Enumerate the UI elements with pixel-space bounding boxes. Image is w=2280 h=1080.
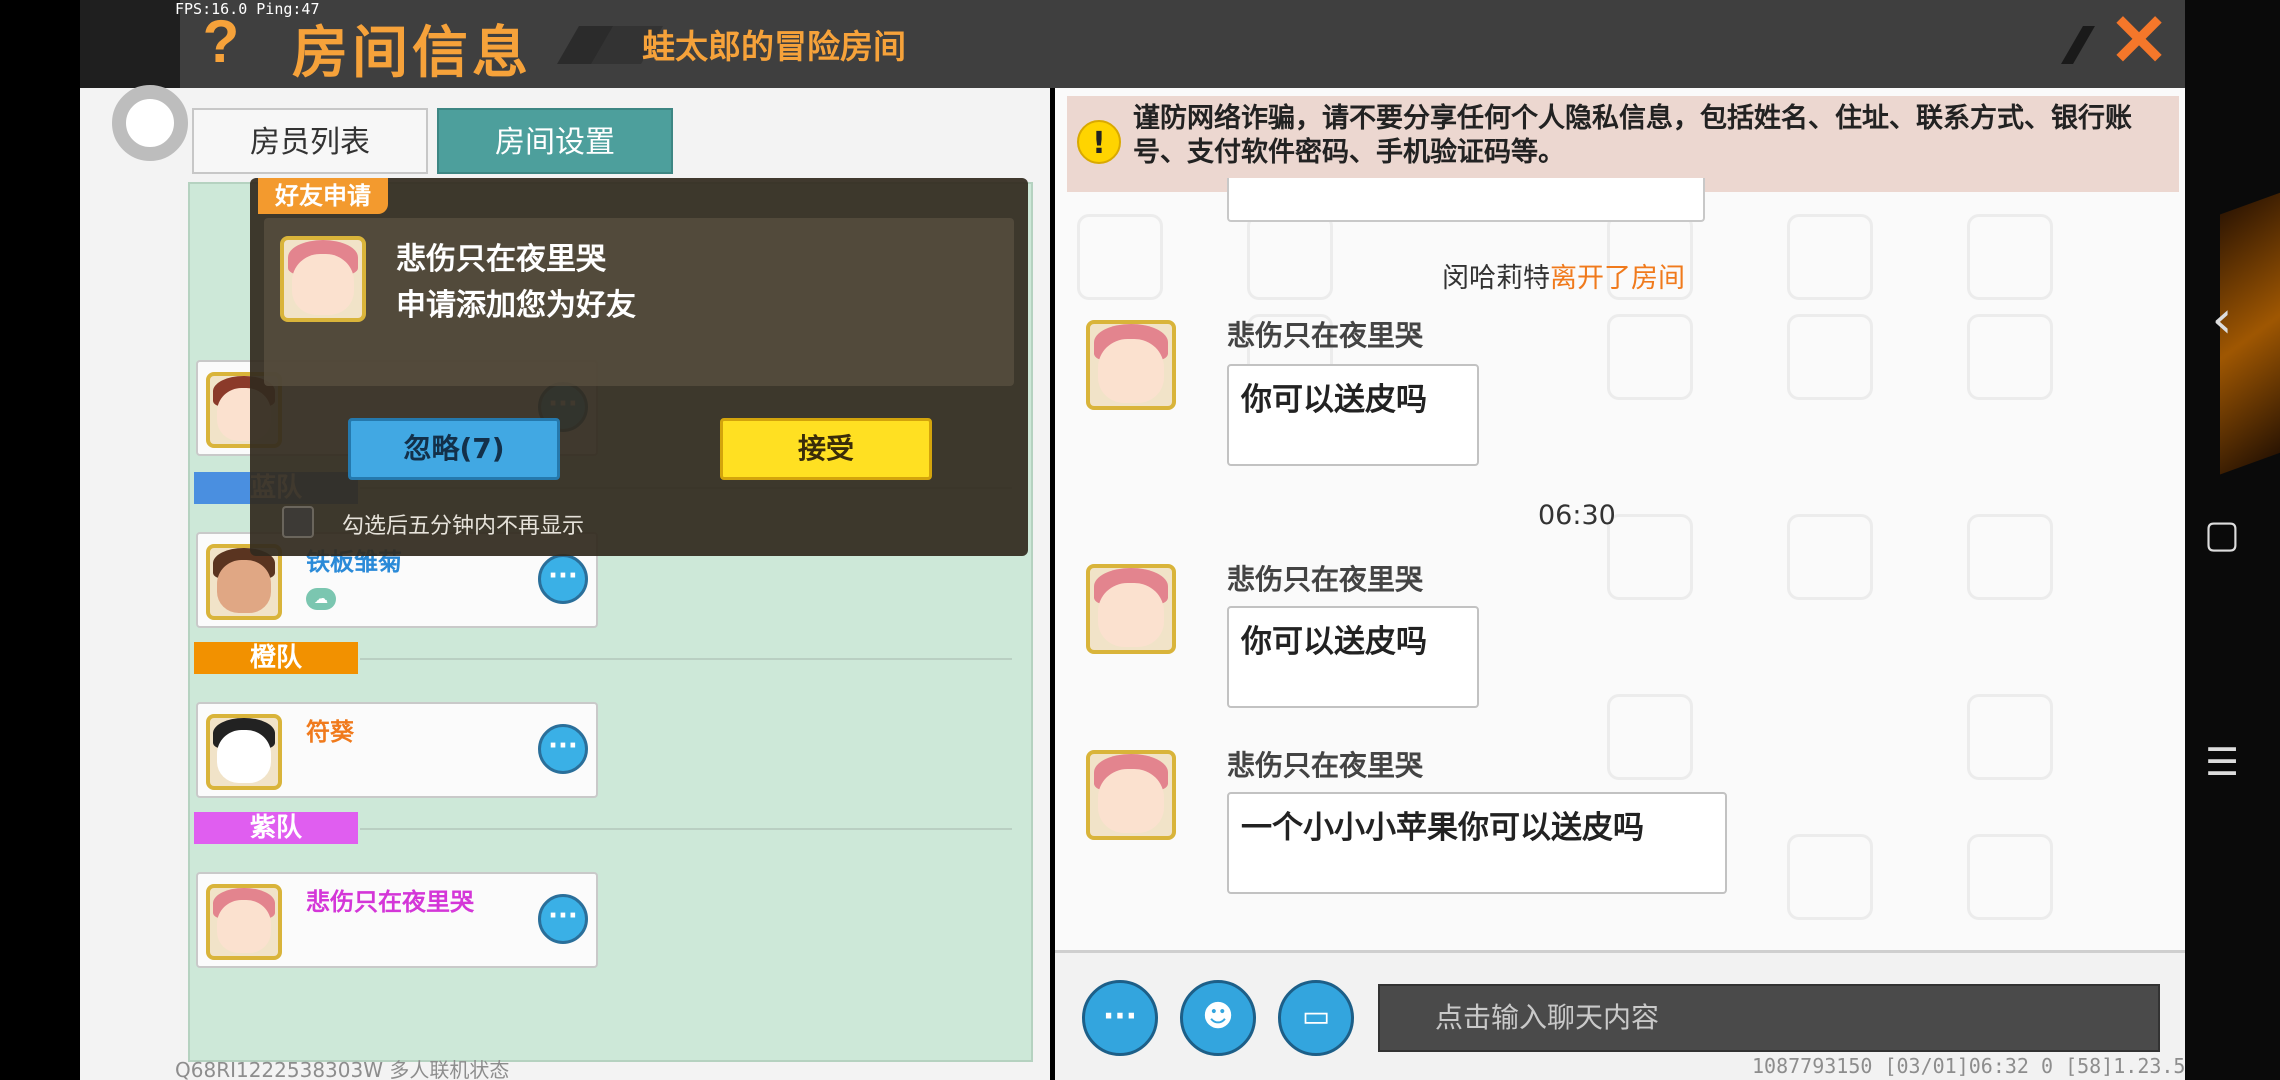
- avatar: [206, 714, 282, 790]
- chat-timestamp: 06:30: [1538, 500, 1616, 531]
- team-divider: [360, 828, 1012, 830]
- system-message: 闵哈莉特离开了房间: [1442, 256, 1685, 295]
- requester-avatar: [280, 236, 366, 322]
- checkbox-label: 勾选后五分钟内不再显示: [342, 514, 585, 539]
- member-card[interactable]: 符葵 ···: [196, 702, 598, 798]
- background-pattern: [1247, 214, 1333, 300]
- member-card[interactable]: 悲伤只在夜里哭 ···: [196, 872, 598, 968]
- team-divider: [360, 658, 1012, 660]
- avatar-face: [291, 254, 355, 315]
- device-status: Q68RI1222538303W 多人联机状态: [175, 1058, 510, 1080]
- tab-settings[interactable]: 房间设置: [437, 108, 673, 174]
- room-name: 蛙太郎的冒险房间: [642, 27, 906, 66]
- more-options-icon[interactable]: ···: [538, 554, 588, 604]
- background-pattern: [1967, 514, 2053, 600]
- system-action: 离开了房间: [1550, 263, 1685, 294]
- avatar: [206, 884, 282, 960]
- background-pattern: [1607, 314, 1693, 400]
- sender-avatar[interactable]: [1086, 750, 1176, 840]
- chat-bubble: 你可以送皮吗: [1227, 364, 1479, 466]
- keyboard-icon[interactable]: ▭: [1278, 980, 1354, 1056]
- background-pattern: [1787, 514, 1873, 600]
- screen: FPS:16.0 Ping:47 ? 房间信息 蛙太郎的冒险房间 ✕ 房员列表 …: [0, 0, 2280, 1080]
- chat-bubble: 你可以送皮吗: [1227, 606, 1479, 708]
- avatar-face: [1098, 338, 1164, 403]
- avatar-face: [216, 730, 272, 784]
- avatar-face: [1098, 582, 1164, 647]
- team-label-orange: 橙队: [194, 642, 358, 674]
- background-pattern: [1967, 694, 2053, 780]
- background-pattern: [1787, 214, 1873, 300]
- ignore-button[interactable]: 忽略(7): [348, 418, 560, 480]
- chat-bubble-partial: [1227, 178, 1705, 222]
- background-pattern: [1967, 314, 2053, 400]
- background-pattern: [1787, 834, 1873, 920]
- popup-tag: 好友申请: [258, 178, 388, 214]
- warning-icon: !: [1077, 120, 1121, 164]
- help-button[interactable]: ?: [196, 10, 246, 74]
- team-label-purple: 紫队: [194, 812, 358, 844]
- friend-request-popup: 好友申请 悲伤只在夜里哭 申请添加您为好友 忽略(7) 接受 勾选后五分钟内不再…: [250, 178, 1028, 556]
- warning-text: 谨防网络诈骗，请不要分享任何个人隐私信息，包括姓名、住址、联系方式、银行账号、支…: [1133, 103, 2132, 168]
- sender-name: 悲伤只在夜里哭: [1227, 319, 1424, 352]
- background-pattern: [1077, 214, 1163, 300]
- dont-show-checkbox[interactable]: [282, 506, 314, 538]
- sender-name: 悲伤只在夜里哭: [1227, 749, 1424, 782]
- more-options-icon[interactable]: ···: [538, 724, 588, 774]
- background-pattern: [1607, 514, 1693, 600]
- background-pattern: [1967, 834, 2053, 920]
- home-icon[interactable]: ▢: [2192, 512, 2252, 556]
- member-name: 悲伤只在夜里哭: [306, 888, 474, 916]
- background-pattern: [1787, 314, 1873, 400]
- sender-name: 悲伤只在夜里哭: [1227, 563, 1424, 596]
- member-name: 符葵: [306, 718, 354, 746]
- chat-input[interactable]: 点击输入聊天内容: [1378, 984, 2160, 1052]
- avatar-face: [216, 560, 272, 614]
- request-message: 申请添加您为好友: [396, 288, 636, 323]
- avatar-face: [1098, 768, 1164, 833]
- more-icon[interactable]: ···: [1082, 980, 1158, 1056]
- chat-bubble: 一个小小小苹果你可以送皮吗: [1227, 792, 1727, 894]
- system-user: 闵哈莉特: [1442, 263, 1550, 294]
- avatar-face: [216, 900, 272, 954]
- server-info: 1087793150 [03/01]06:32 0 [58]1.23.5: [1752, 1054, 2186, 1078]
- emoji-icon[interactable]: ☻: [1180, 980, 1256, 1056]
- ring-icon[interactable]: [112, 85, 188, 161]
- requester-name: 悲伤只在夜里哭: [396, 242, 606, 277]
- more-options-icon[interactable]: ···: [538, 894, 588, 944]
- cloud-icon: ☁: [306, 588, 336, 610]
- tab-members[interactable]: 房员列表: [192, 108, 428, 174]
- request-info: [264, 218, 1014, 386]
- page-title: 房间信息: [292, 21, 532, 86]
- background-pattern: [1607, 694, 1693, 780]
- sender-avatar[interactable]: [1086, 320, 1176, 410]
- menu-icon[interactable]: ☰: [2192, 740, 2252, 784]
- header-left-block: [80, 0, 180, 88]
- sender-avatar[interactable]: [1086, 564, 1176, 654]
- background-pattern: [1967, 214, 2053, 300]
- accept-button[interactable]: 接受: [720, 418, 932, 480]
- back-icon[interactable]: ‹: [2192, 290, 2252, 350]
- close-button[interactable]: ✕: [2108, 5, 2170, 77]
